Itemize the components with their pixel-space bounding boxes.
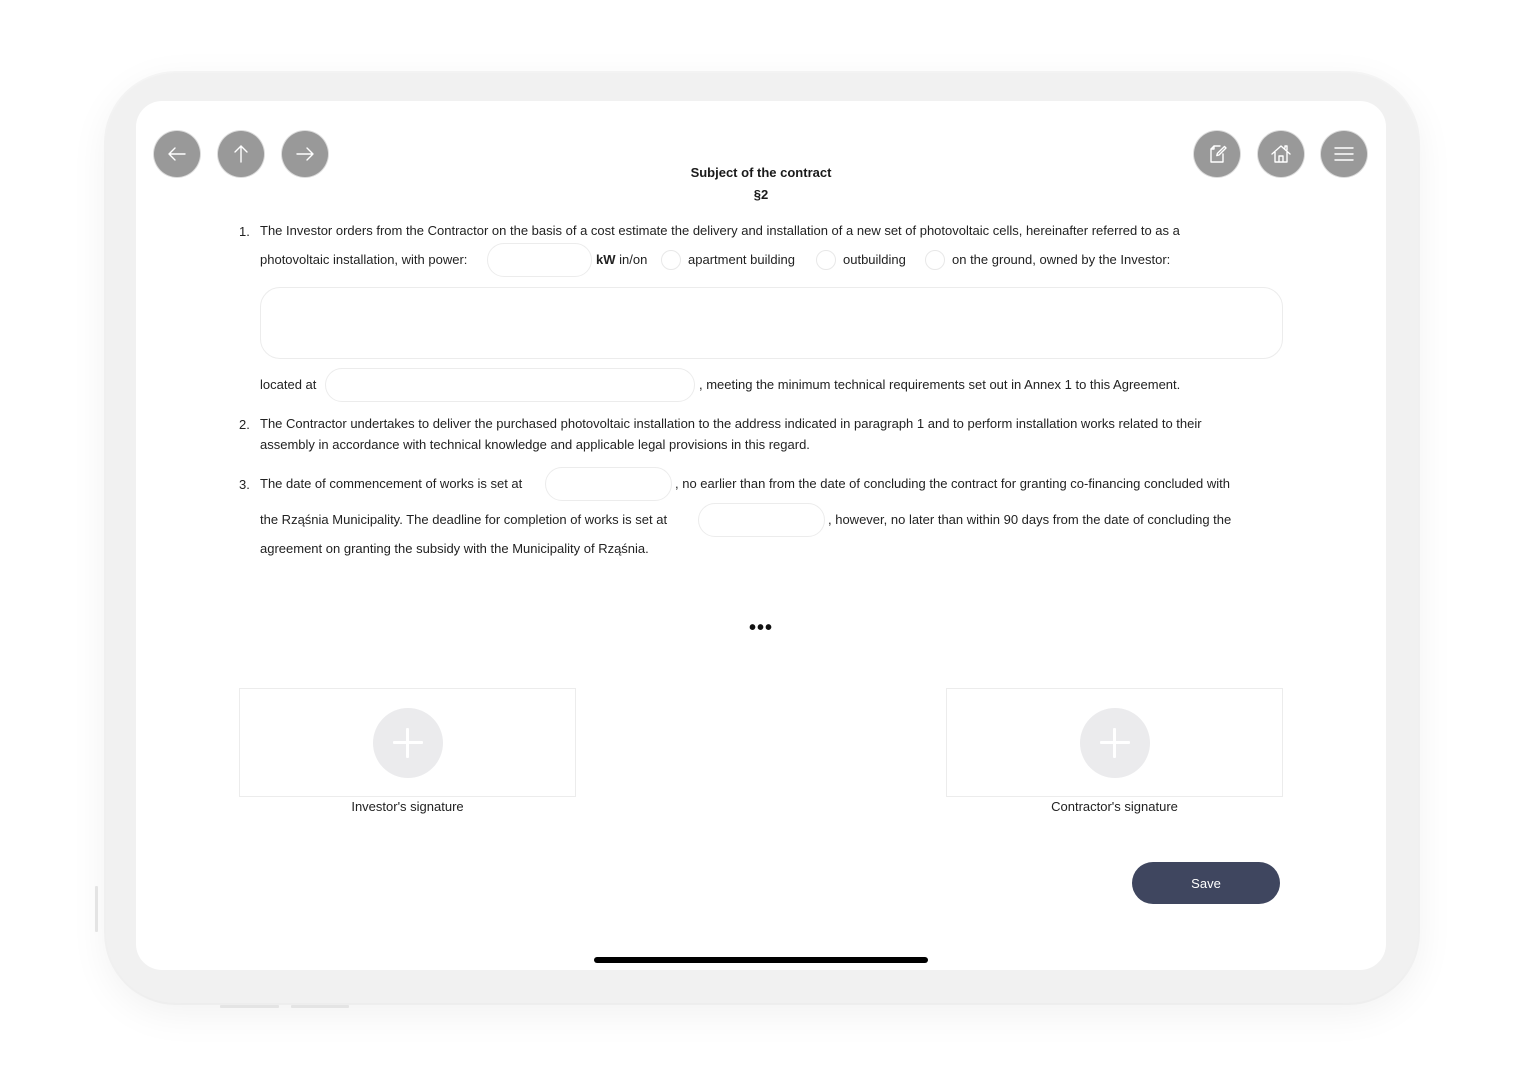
located-at-label: located at (260, 377, 317, 392)
clause1-power-label: photovoltaic installation, with power: (260, 252, 468, 267)
requirements-text: , meeting the minimum technical requirem… (699, 377, 1181, 392)
page-title: Subject of the contract (690, 165, 832, 180)
save-button[interactable]: Save (1132, 862, 1280, 904)
plus-icon (1080, 708, 1150, 778)
more-content-ellipsis: ••• (748, 617, 773, 639)
start-date-input[interactable] (545, 467, 672, 501)
location-input[interactable] (325, 368, 695, 402)
clause-number: 1. (239, 224, 250, 239)
option-label: apartment building (688, 252, 795, 267)
contractor-signature-box[interactable] (946, 688, 1283, 797)
clause-number: 3. (239, 477, 250, 492)
unit-label: kW in/on (596, 252, 647, 268)
owned-by-label: , owned by the Investor: (1032, 252, 1171, 267)
section-number: §2 (753, 187, 769, 202)
clause-number: 2. (239, 417, 250, 432)
plus-icon (373, 708, 443, 778)
investor-signature-box[interactable] (239, 688, 576, 797)
clause2-text-line1: The Contractor undertakes to deliver the… (260, 416, 1202, 431)
home-icon (1271, 145, 1291, 163)
contractor-signature-label: Contractor's signature (1051, 799, 1178, 814)
clause3-text-line2: , however, no later than within 90 days … (828, 512, 1232, 527)
radio-apartment-building[interactable] (661, 250, 681, 270)
arrow-right-icon (296, 147, 314, 161)
radio-on-the-ground[interactable] (925, 250, 945, 270)
radio-outbuilding[interactable] (816, 250, 836, 270)
start-date-label: The date of commencement of works is set… (260, 476, 523, 491)
arrow-left-icon (168, 147, 186, 161)
volume-button (95, 886, 98, 932)
arrow-up-icon (234, 145, 248, 163)
hardware-button (220, 1005, 279, 1008)
home-indicator[interactable] (594, 957, 928, 963)
option-label: outbuilding (843, 252, 906, 267)
option-label-ground: on the ground, owned by the Investor: (952, 252, 1170, 268)
in-on-label: in/on (619, 252, 648, 267)
clause1-text: The Investor orders from the Contractor … (260, 223, 1180, 238)
installation-description-input[interactable] (260, 287, 1283, 359)
scrolled-text-remnant (236, 101, 1256, 103)
unit-kw: kW (596, 252, 616, 267)
end-date-label: the Rząśnia Municipality. The deadline f… (260, 512, 668, 527)
option-label: on the ground (952, 252, 1033, 267)
screen: Subject of the contract §2 1. The Invest… (136, 101, 1386, 970)
clause3-text-line1: , no earlier than from the date of concl… (675, 476, 1230, 491)
power-input[interactable] (487, 243, 592, 277)
end-date-input[interactable] (698, 503, 825, 537)
investor-signature-label: Investor's signature (351, 799, 464, 814)
edit-document-icon (1210, 145, 1227, 163)
clause2-text-line2: assembly in accordance with technical kn… (260, 437, 810, 452)
hardware-button (291, 1005, 349, 1008)
clause3-text-line3: agreement on granting the subsidy with t… (260, 541, 649, 556)
hamburger-menu-icon (1334, 147, 1354, 161)
